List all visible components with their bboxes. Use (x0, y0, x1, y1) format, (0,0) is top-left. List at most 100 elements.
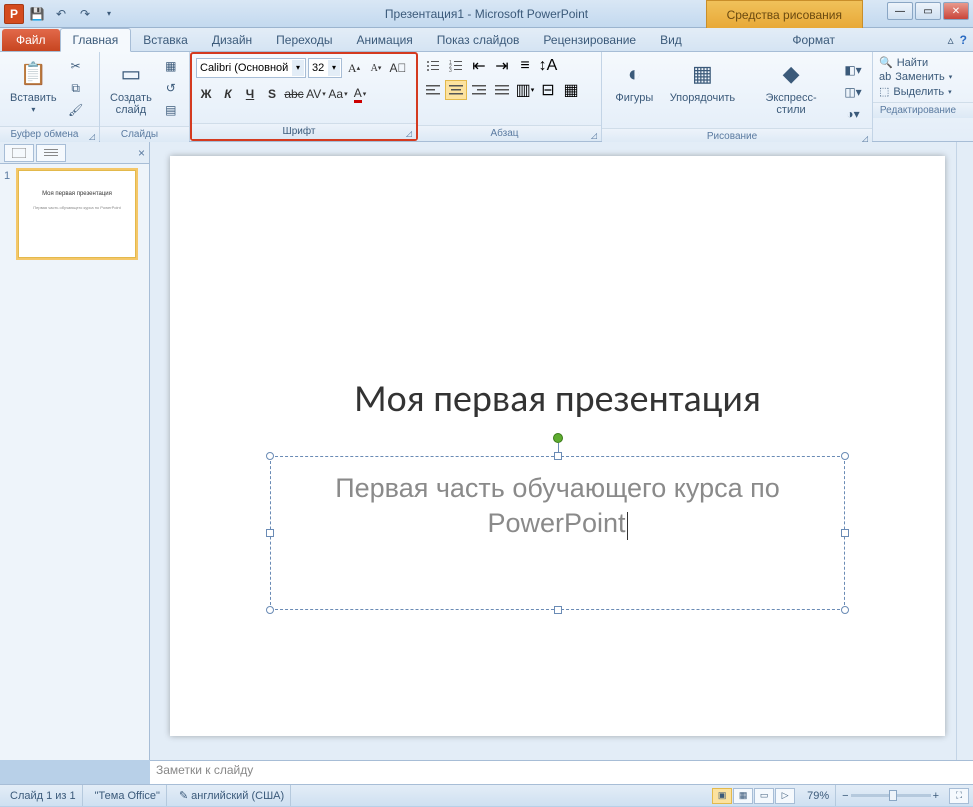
zoom-slider-track[interactable] (851, 794, 931, 797)
arrange-button[interactable]: ▦Упорядочить (665, 56, 740, 122)
slide-title-text[interactable]: Моя первая презентация (170, 376, 945, 422)
sorter-view-icon[interactable]: ▦ (733, 788, 753, 804)
resize-handle-w[interactable] (266, 529, 274, 537)
quick-styles-button[interactable]: ◆Экспресс-стили (746, 56, 836, 122)
fit-to-window-icon[interactable]: ⛶ (949, 788, 969, 804)
slide-thumbnail[interactable]: Моя первая презентация Первая часть обуч… (18, 170, 136, 258)
file-tab[interactable]: Файл (2, 29, 60, 51)
chevron-down-icon[interactable]: ▾ (328, 60, 340, 76)
minimize-ribbon-icon[interactable]: ▵ (948, 33, 954, 47)
char-spacing-icon[interactable]: AV▾ (306, 84, 326, 104)
zoom-slider-thumb[interactable] (889, 790, 897, 801)
tab-insert[interactable]: Вставка (131, 29, 200, 51)
resize-handle-e[interactable] (841, 529, 849, 537)
paste-button[interactable]: 📋 Вставить ▾ (4, 56, 63, 122)
slideshow-view-icon[interactable]: ▷ (775, 788, 795, 804)
help-icon[interactable]: ? (960, 33, 967, 47)
resize-handle-ne[interactable] (841, 452, 849, 460)
tab-slideshow[interactable]: Показ слайдов (425, 29, 532, 51)
minimize-button[interactable]: — (887, 2, 913, 20)
font-name-combo[interactable]: Calibri (Основной▾ (196, 58, 306, 78)
replace-button[interactable]: abЗаменить▾ (879, 71, 967, 83)
smartart-icon[interactable]: ▦ (560, 80, 582, 100)
grow-font-icon[interactable]: A▴ (344, 58, 364, 78)
italic-icon[interactable]: К (218, 84, 238, 104)
copy-icon[interactable]: ⧉ (65, 78, 87, 98)
align-left-icon[interactable] (422, 80, 444, 100)
underline-icon[interactable]: Ч (240, 84, 260, 104)
font-size-combo[interactable]: 32▾ (308, 58, 342, 78)
cut-icon[interactable]: ✂ (65, 56, 87, 76)
section-icon[interactable]: ▤ (160, 100, 182, 120)
tab-view[interactable]: Вид (648, 29, 694, 51)
paragraph-launcher-icon[interactable]: ◿ (589, 128, 599, 138)
clear-formatting-icon[interactable]: A⃫ (388, 58, 408, 78)
save-icon[interactable]: 💾 (26, 3, 48, 25)
line-spacing-icon[interactable]: ≡ (514, 56, 536, 76)
align-center-icon[interactable] (445, 80, 467, 100)
align-right-icon[interactable] (468, 80, 490, 100)
tab-animations[interactable]: Анимация (344, 29, 424, 51)
undo-icon[interactable]: ↶ (50, 3, 72, 25)
numbering-icon[interactable]: 123 (445, 56, 467, 76)
shape-effects-icon[interactable]: ◑▾ (842, 104, 864, 124)
chevron-down-icon[interactable]: ▾ (292, 60, 304, 76)
shapes-button[interactable]: ◐Фигуры (610, 56, 659, 122)
shape-outline-icon[interactable]: ◫▾ (842, 82, 864, 102)
bold-icon[interactable]: Ж (196, 84, 216, 104)
tab-review[interactable]: Рецензирование (531, 29, 648, 51)
vertical-scrollbar[interactable] (956, 142, 973, 760)
qat-dropdown-icon[interactable]: ▾ (98, 3, 120, 25)
reset-icon[interactable]: ↺ (160, 78, 182, 98)
zoom-out-icon[interactable]: − (842, 790, 848, 802)
new-slide-button[interactable]: ▭ Создать слайд (104, 56, 158, 122)
columns-icon[interactable]: ▥▾ (514, 80, 536, 100)
arrange-label: Упорядочить (670, 92, 735, 104)
subtitle-textbox[interactable]: Первая часть обучающего курса по PowerPo… (270, 456, 845, 610)
maximize-button[interactable]: ▭ (915, 2, 941, 20)
select-button[interactable]: ⬚Выделить▾ (879, 85, 967, 98)
tab-design[interactable]: Дизайн (200, 29, 264, 51)
bullets-icon[interactable] (422, 56, 444, 76)
find-button[interactable]: 🔍Найти (879, 56, 967, 69)
resize-handle-sw[interactable] (266, 606, 274, 614)
shadow-icon[interactable]: S (262, 84, 282, 104)
font-launcher-icon[interactable]: ◿ (404, 126, 414, 136)
tab-format[interactable]: Формат (764, 29, 863, 51)
layout-icon[interactable]: ▦ (160, 56, 182, 76)
redo-icon[interactable]: ↷ (74, 3, 96, 25)
tab-home[interactable]: Главная (60, 28, 132, 52)
align-text-icon[interactable]: ⊟ (537, 80, 559, 100)
shape-fill-icon[interactable]: ◧▾ (842, 60, 864, 80)
text-direction-icon[interactable]: ↕A (537, 56, 559, 76)
shrink-font-icon[interactable]: A▾ (366, 58, 386, 78)
change-case-icon[interactable]: Aa▾ (328, 84, 348, 104)
slide-canvas[interactable]: Моя первая презентация Первая часть обуч… (170, 156, 945, 736)
decrease-indent-icon[interactable]: ⇤ (468, 56, 490, 76)
app-icon: P (4, 4, 24, 24)
clipboard-launcher-icon[interactable]: ◿ (87, 129, 97, 139)
drawing-launcher-icon[interactable]: ◿ (860, 131, 870, 141)
slides-panel-tab[interactable] (4, 144, 34, 162)
increase-indent-icon[interactable]: ⇥ (491, 56, 513, 76)
rotate-handle[interactable] (553, 433, 563, 443)
tab-transitions[interactable]: Переходы (264, 29, 344, 51)
status-language[interactable]: ✎английский (США) (173, 785, 291, 806)
close-panel-icon[interactable]: × (138, 146, 145, 160)
reading-view-icon[interactable]: ▭ (754, 788, 774, 804)
zoom-in-icon[interactable]: + (933, 790, 939, 802)
format-painter-icon[interactable]: 🖌 (65, 100, 87, 120)
close-button[interactable]: ✕ (943, 2, 969, 20)
resize-handle-se[interactable] (841, 606, 849, 614)
notes-pane[interactable]: Заметки к слайду (150, 760, 973, 784)
subtitle-text[interactable]: Первая часть обучающего курса по PowerPo… (335, 473, 780, 538)
font-color-icon[interactable]: A▾ (350, 84, 370, 104)
normal-view-icon[interactable]: ▣ (712, 788, 732, 804)
strikethrough-icon[interactable]: abc (284, 84, 304, 104)
justify-icon[interactable] (491, 80, 513, 100)
resize-handle-s[interactable] (554, 606, 562, 614)
resize-handle-n[interactable] (554, 452, 562, 460)
resize-handle-nw[interactable] (266, 452, 274, 460)
outline-panel-tab[interactable] (36, 144, 66, 162)
zoom-level[interactable]: 79% (801, 785, 836, 806)
